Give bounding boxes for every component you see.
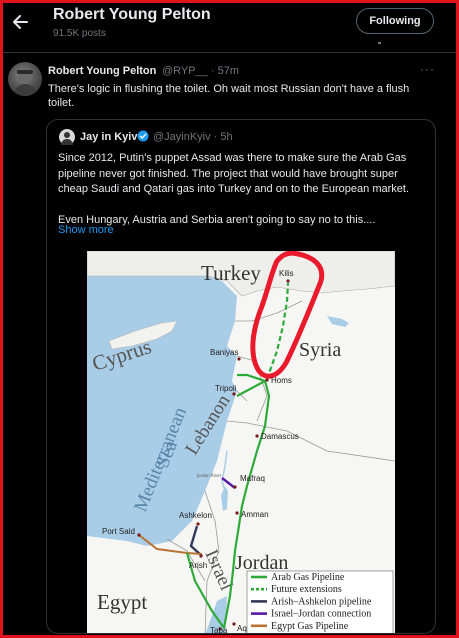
back-arrow-icon[interactable] <box>11 12 31 32</box>
profile-header: Robert Young Pelton 91.5K posts Followin… <box>0 0 459 52</box>
quote-avatar[interactable] <box>59 129 75 145</box>
legend-label: Egypt Gas Pipeline <box>271 621 349 632</box>
city-ashkelon: Ashkelon <box>179 511 212 520</box>
label-turkey: Turkey <box>201 261 261 285</box>
label-jordan-river: Jordan River <box>196 473 222 478</box>
city-tripoli: Tripoli <box>215 384 237 393</box>
jordan-river <box>221 450 228 492</box>
header-divider <box>0 52 459 53</box>
city-damascus: Damascus <box>261 432 299 441</box>
label-egypt: Egypt <box>97 590 147 614</box>
legend-label: Arish–Ashkelon pipeline <box>271 596 372 607</box>
show-more-link[interactable]: Show more <box>58 224 114 236</box>
avatar[interactable] <box>8 62 42 96</box>
header-indicator <box>378 42 381 44</box>
dead-sea <box>221 486 228 511</box>
city-kilis: Kilis <box>279 269 294 278</box>
homs-tripoli-branch <box>236 380 266 397</box>
city-port-said: Port Said <box>102 527 135 536</box>
quote-paragraph-1: Since 2012, Putin's puppet Assad was the… <box>58 152 410 195</box>
verified-badge-icon <box>137 130 149 142</box>
quote-tweet[interactable]: Jay in Kyiv @JayinKyiv · 5h Since 2012, … <box>46 119 436 634</box>
city-baniyas: Baniyas <box>210 348 238 357</box>
city-homs: Homs <box>271 376 292 385</box>
quote-author[interactable]: Jay in Kyiv <box>80 131 137 143</box>
legend-label: Future extensions <box>271 584 342 595</box>
map-graphic: Turkey Syria Cyprus Mediterranean Sea Le… <box>87 251 395 634</box>
map-legend: Arab Gas PipelineFuture extensionsArish–… <box>246 570 394 633</box>
city-taba: Taba <box>210 626 228 634</box>
legend-label: Arab Gas Pipeline <box>271 572 345 583</box>
tweet-meta: @RYP__ · 57m <box>162 65 239 77</box>
tweet-author[interactable]: Robert Young Pelton <box>48 65 156 77</box>
following-button[interactable]: Following <box>356 8 434 34</box>
euphrates-lake <box>327 316 349 327</box>
city-arish: Arish <box>189 561 207 570</box>
more-options-icon[interactable]: ··· <box>420 62 435 76</box>
tweet-text: There's logic in flushing the toilet. Oh… <box>48 83 410 109</box>
post-count: 91.5K posts <box>53 28 106 39</box>
city-mafraq: Mafraq <box>240 474 265 483</box>
pipeline-map-image[interactable]: Turkey Syria Cyprus Mediterranean Sea Le… <box>87 251 395 634</box>
city-amman: Amman <box>241 510 269 519</box>
arish-ashkelon-pipeline <box>189 525 203 557</box>
label-syria: Syria <box>299 339 341 361</box>
legend-label: Israel–Jordan connection <box>271 609 371 620</box>
quote-meta: @JayinKyiv · 5h <box>153 131 233 143</box>
profile-name: Robert Young Pelton <box>53 6 211 23</box>
